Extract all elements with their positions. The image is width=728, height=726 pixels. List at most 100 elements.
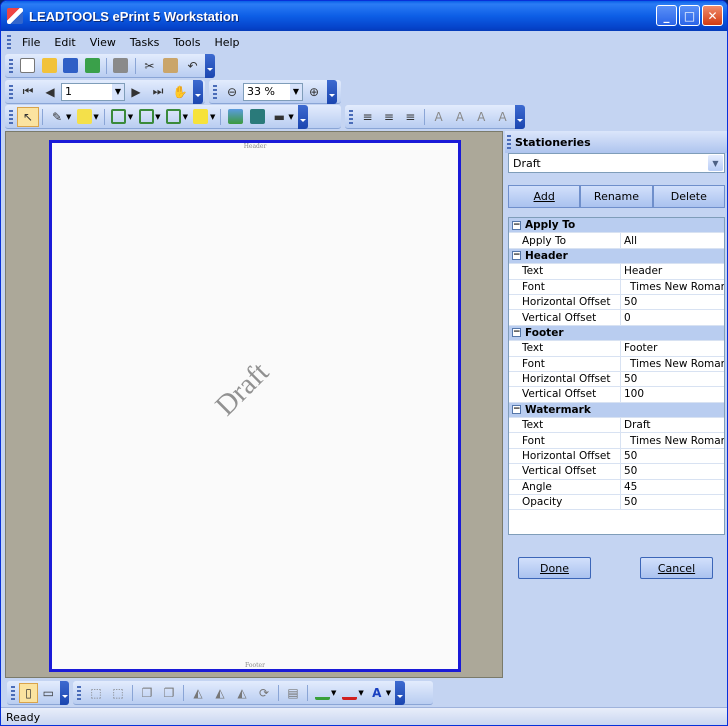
print-icon[interactable] bbox=[110, 56, 132, 76]
delete-button[interactable]: Delete bbox=[652, 185, 725, 208]
toolbar-grip[interactable] bbox=[11, 685, 15, 700]
open-folder-icon[interactable] bbox=[38, 56, 60, 76]
flip-horizontal-icon[interactable]: ◭ bbox=[187, 683, 209, 703]
flip-vertical-icon[interactable]: ◭ bbox=[209, 683, 231, 703]
toolbar-grip[interactable] bbox=[213, 84, 217, 99]
minimize-button[interactable]: _ bbox=[656, 5, 677, 26]
text-rotate-icon[interactable]: A bbox=[471, 107, 492, 127]
line-color-icon[interactable] bbox=[338, 683, 360, 703]
property-row[interactable]: Horizontal Offset 50 bbox=[509, 294, 724, 311]
document-page[interactable]: Header Draft Footer bbox=[49, 140, 461, 672]
menu-grip[interactable] bbox=[7, 35, 11, 49]
chevron-down-icon[interactable]: ▼ bbox=[112, 83, 124, 100]
menu-tasks[interactable]: Tasks bbox=[123, 36, 166, 49]
duplicate-icon[interactable]: ❐ bbox=[158, 683, 180, 703]
last-page-icon[interactable]: ⏭ bbox=[147, 82, 169, 102]
add-button[interactable]: Add bbox=[508, 185, 581, 208]
menu-edit[interactable]: Edit bbox=[47, 36, 82, 49]
select-area-icon[interactable]: ⬚ bbox=[85, 683, 107, 703]
toolbar-grip[interactable] bbox=[9, 58, 13, 73]
text-direction-icon[interactable]: A bbox=[428, 107, 449, 127]
two-page-icon[interactable]: ▭ bbox=[38, 683, 58, 703]
property-grid[interactable]: − Apply To Apply To All − Header Text Head… bbox=[508, 217, 725, 535]
property-row[interactable]: Vertical Offset 100 bbox=[509, 387, 724, 403]
collapse-icon[interactable]: − bbox=[512, 405, 521, 415]
menu-file[interactable]: File bbox=[15, 36, 47, 49]
property-row[interactable]: Opacity 50 bbox=[509, 495, 724, 511]
toolbar-overflow-button[interactable] bbox=[395, 680, 406, 705]
chevron-down-icon[interactable]: ▼ bbox=[708, 155, 723, 171]
toolbar-grip[interactable] bbox=[349, 109, 353, 124]
property-row[interactable]: Font Times New Roman bbox=[509, 356, 724, 372]
property-row[interactable]: Text Footer bbox=[509, 341, 724, 357]
category-footer[interactable]: − Footer bbox=[509, 325, 724, 342]
toolbar-overflow-button[interactable] bbox=[205, 53, 216, 78]
mirror-icon[interactable]: ◭ bbox=[231, 683, 253, 703]
menu-view[interactable]: View bbox=[83, 36, 123, 49]
single-page-icon[interactable]: ▯ bbox=[18, 682, 39, 703]
property-row[interactable]: Apply To All bbox=[509, 233, 724, 249]
rename-button[interactable]: Rename bbox=[580, 185, 653, 208]
note-icon[interactable] bbox=[190, 107, 212, 127]
toolbar-overflow-button[interactable] bbox=[515, 104, 525, 129]
select-pointer-icon[interactable]: ↖ bbox=[17, 106, 39, 127]
property-row[interactable]: Text Draft bbox=[509, 418, 724, 434]
category-apply-to[interactable]: − Apply To bbox=[509, 218, 724, 234]
line-style-icon[interactable]: ▬ bbox=[268, 107, 290, 127]
toolbar-overflow-button[interactable] bbox=[60, 680, 69, 705]
chevron-down-icon[interactable]: ▼ bbox=[290, 83, 302, 100]
highlighter-icon[interactable] bbox=[73, 107, 95, 127]
property-row[interactable]: Horizontal Offset 50 bbox=[509, 371, 724, 388]
property-row[interactable]: Angle 45 bbox=[509, 479, 724, 496]
font-color-icon[interactable]: A bbox=[366, 683, 388, 703]
maximize-button[interactable]: □ bbox=[679, 5, 700, 26]
menu-help[interactable]: Help bbox=[207, 36, 246, 49]
cancel-button[interactable]: Cancel bbox=[640, 557, 713, 579]
new-icon[interactable] bbox=[17, 56, 39, 76]
cut-icon[interactable]: ✂ bbox=[139, 56, 161, 76]
panel-grip[interactable] bbox=[507, 135, 511, 149]
done-button[interactable]: Done bbox=[518, 557, 591, 579]
zoom-combo[interactable]: 33 % ▼ bbox=[243, 82, 303, 101]
zoom-in-icon[interactable]: ⊕ bbox=[303, 82, 325, 102]
previous-page-icon[interactable]: ◀ bbox=[39, 82, 61, 102]
category-watermark[interactable]: − Watermark bbox=[509, 402, 724, 419]
stamp-icon[interactable] bbox=[246, 107, 268, 127]
toolbar-overflow-button[interactable] bbox=[297, 104, 308, 129]
document-canvas[interactable]: Header Draft Footer bbox=[5, 131, 503, 678]
stationery-select[interactable]: Draft ▼ bbox=[508, 153, 725, 173]
property-row[interactable]: Vertical Offset 50 bbox=[509, 464, 724, 480]
pen-icon[interactable]: ✎ bbox=[46, 107, 68, 127]
crop-icon[interactable]: ⬚ bbox=[107, 683, 129, 703]
collapse-icon[interactable]: − bbox=[512, 220, 521, 230]
undo-icon[interactable]: ↶ bbox=[182, 56, 204, 76]
pan-hand-icon[interactable]: ✋ bbox=[169, 82, 191, 102]
toolbar-grip[interactable] bbox=[9, 84, 13, 99]
paste-icon[interactable] bbox=[160, 56, 182, 76]
fill-color-icon[interactable] bbox=[311, 683, 333, 703]
shape-icon[interactable] bbox=[135, 107, 157, 127]
property-row[interactable]: Font Times New Roman bbox=[509, 279, 724, 295]
close-button[interactable]: ✕ bbox=[702, 5, 723, 26]
page-number-combo[interactable]: 1 ▼ bbox=[61, 82, 125, 101]
properties-icon[interactable]: ▤ bbox=[282, 683, 304, 703]
rotate-icon[interactable]: ⟳ bbox=[253, 683, 275, 703]
title-bar[interactable]: LEADTOOLS ePrint 5 Workstation _ □ ✕ bbox=[1, 1, 727, 31]
toolbar-grip[interactable] bbox=[77, 685, 81, 700]
next-page-icon[interactable]: ▶ bbox=[125, 82, 147, 102]
rectangle-icon[interactable] bbox=[108, 107, 130, 127]
copy-icon[interactable]: ❐ bbox=[136, 683, 158, 703]
property-row[interactable]: Vertical Offset 0 bbox=[509, 310, 724, 326]
zoom-out-icon[interactable]: ⊖ bbox=[221, 82, 243, 102]
text-vertical-icon[interactable]: A bbox=[449, 107, 470, 127]
first-page-icon[interactable]: ⏮ bbox=[17, 82, 39, 102]
import-icon[interactable] bbox=[82, 56, 104, 76]
image-icon[interactable] bbox=[224, 107, 246, 127]
line-icon[interactable] bbox=[163, 107, 185, 127]
align-right-icon[interactable]: ≡ bbox=[400, 107, 421, 127]
toolbar-overflow-button[interactable] bbox=[327, 79, 337, 104]
toolbar-overflow-button[interactable] bbox=[193, 79, 203, 104]
category-header[interactable]: − Header bbox=[509, 248, 724, 265]
align-left-icon[interactable]: ≡ bbox=[357, 107, 378, 127]
property-row[interactable]: Horizontal Offset 50 bbox=[509, 448, 724, 465]
